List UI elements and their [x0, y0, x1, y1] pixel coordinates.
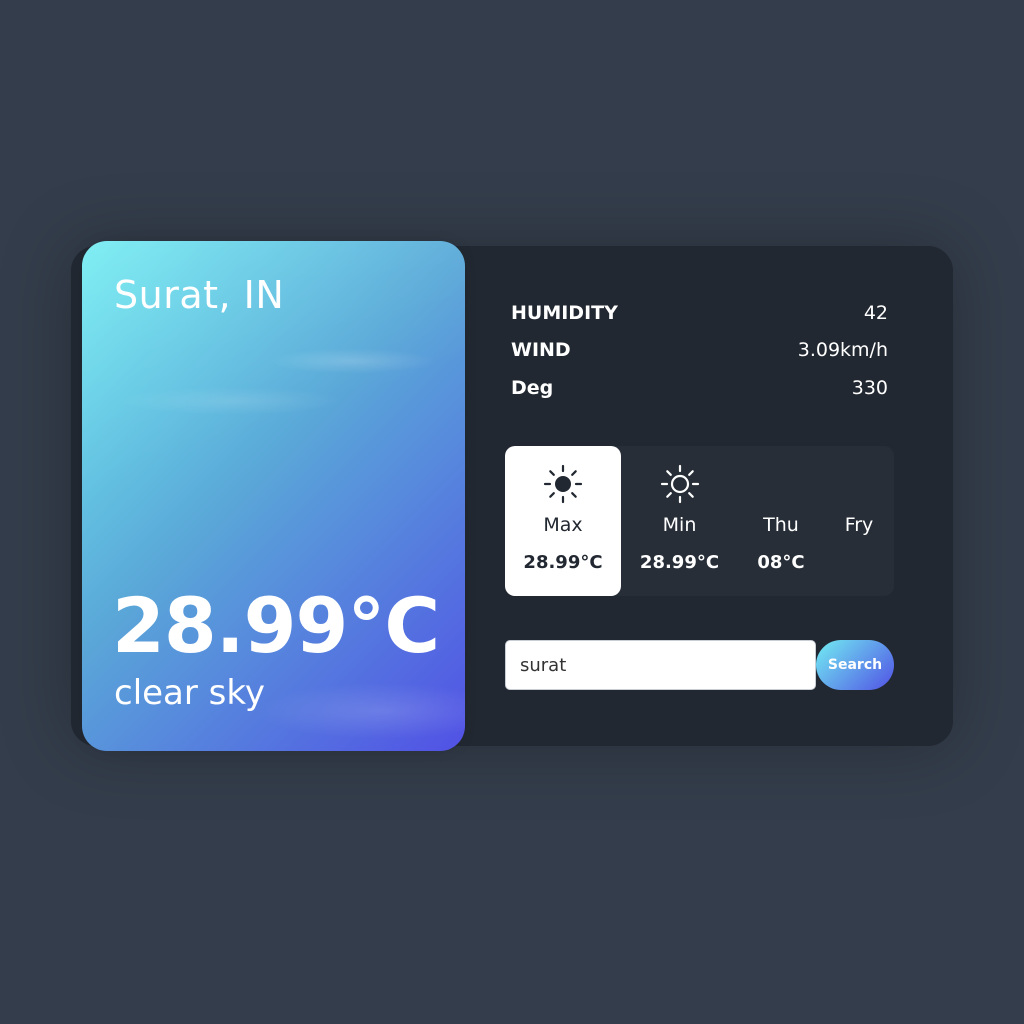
detail-label: HUMIDITY: [511, 301, 618, 324]
weather-details: HUMIDITY 42 WIND 3.09km/h Deg 330: [511, 294, 888, 407]
detail-value: 3.09km/h: [797, 339, 888, 362]
day-name: Min: [662, 514, 697, 536]
day-name: Fry: [844, 514, 874, 536]
detail-label: WIND: [511, 339, 571, 362]
day-item-thu[interactable]: Thu 08°C: [738, 446, 824, 596]
weather-side-panel: Surat, IN 28.99°C clear sky: [82, 241, 465, 751]
sun-outline-icon: [660, 464, 699, 504]
day-name: Thu: [763, 514, 799, 536]
search-input[interactable]: [505, 640, 816, 690]
location-title: Surat, IN: [114, 273, 285, 317]
day-name: Max: [543, 514, 583, 536]
current-temperature: 28.99°C: [112, 581, 440, 670]
day-item-fry[interactable]: Fry: [824, 446, 894, 596]
search-button[interactable]: Search: [816, 640, 894, 690]
day-item-max[interactable]: Max 28.99°C: [505, 446, 621, 596]
detail-value: 330: [851, 376, 888, 399]
detail-label: Deg: [511, 376, 554, 399]
day-temp: 28.99°C: [523, 552, 603, 573]
detail-value: 42: [863, 301, 888, 324]
day-temp: 08°C: [757, 552, 805, 573]
day-item-min[interactable]: Min 28.99°C: [621, 446, 738, 596]
week-list: Max 28.99°C Min 28.99°C Thu 08°C Fry: [505, 446, 894, 596]
detail-row-humidity: HUMIDITY 42: [511, 294, 888, 332]
sun-icon: [543, 464, 583, 504]
day-temp: 28.99°C: [639, 552, 720, 573]
detail-row-wind: WIND 3.09km/h: [511, 332, 888, 370]
weather-description: clear sky: [114, 673, 265, 713]
detail-row-deg: Deg 330: [511, 369, 888, 407]
